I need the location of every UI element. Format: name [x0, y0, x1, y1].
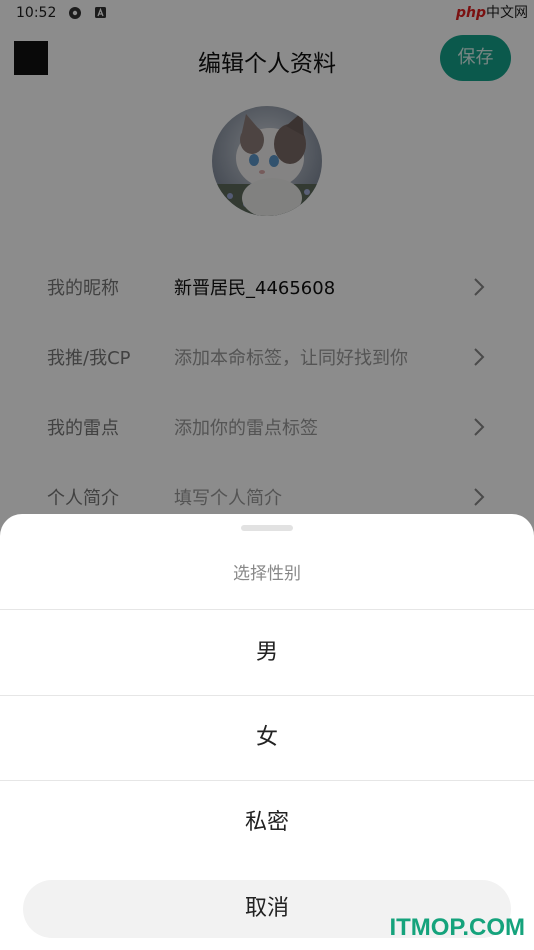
gender-option-male[interactable]: 男 [0, 611, 534, 695]
sheet-drag-handle[interactable] [241, 525, 293, 531]
gender-picker-sheet: 选择性别 男 女 私密 取消 [0, 514, 534, 950]
sheet-title: 选择性别 [233, 564, 301, 584]
gender-option-female[interactable]: 女 [0, 696, 534, 780]
edit-profile-page: 10:52 php中文网 编辑个人资料 保存 我的昵称 新晋居民_4465608… [0, 0, 534, 950]
gender-option-private[interactable]: 私密 [0, 781, 534, 865]
divider [0, 609, 534, 610]
site-watermark: ITMOP.COM [389, 914, 525, 941]
